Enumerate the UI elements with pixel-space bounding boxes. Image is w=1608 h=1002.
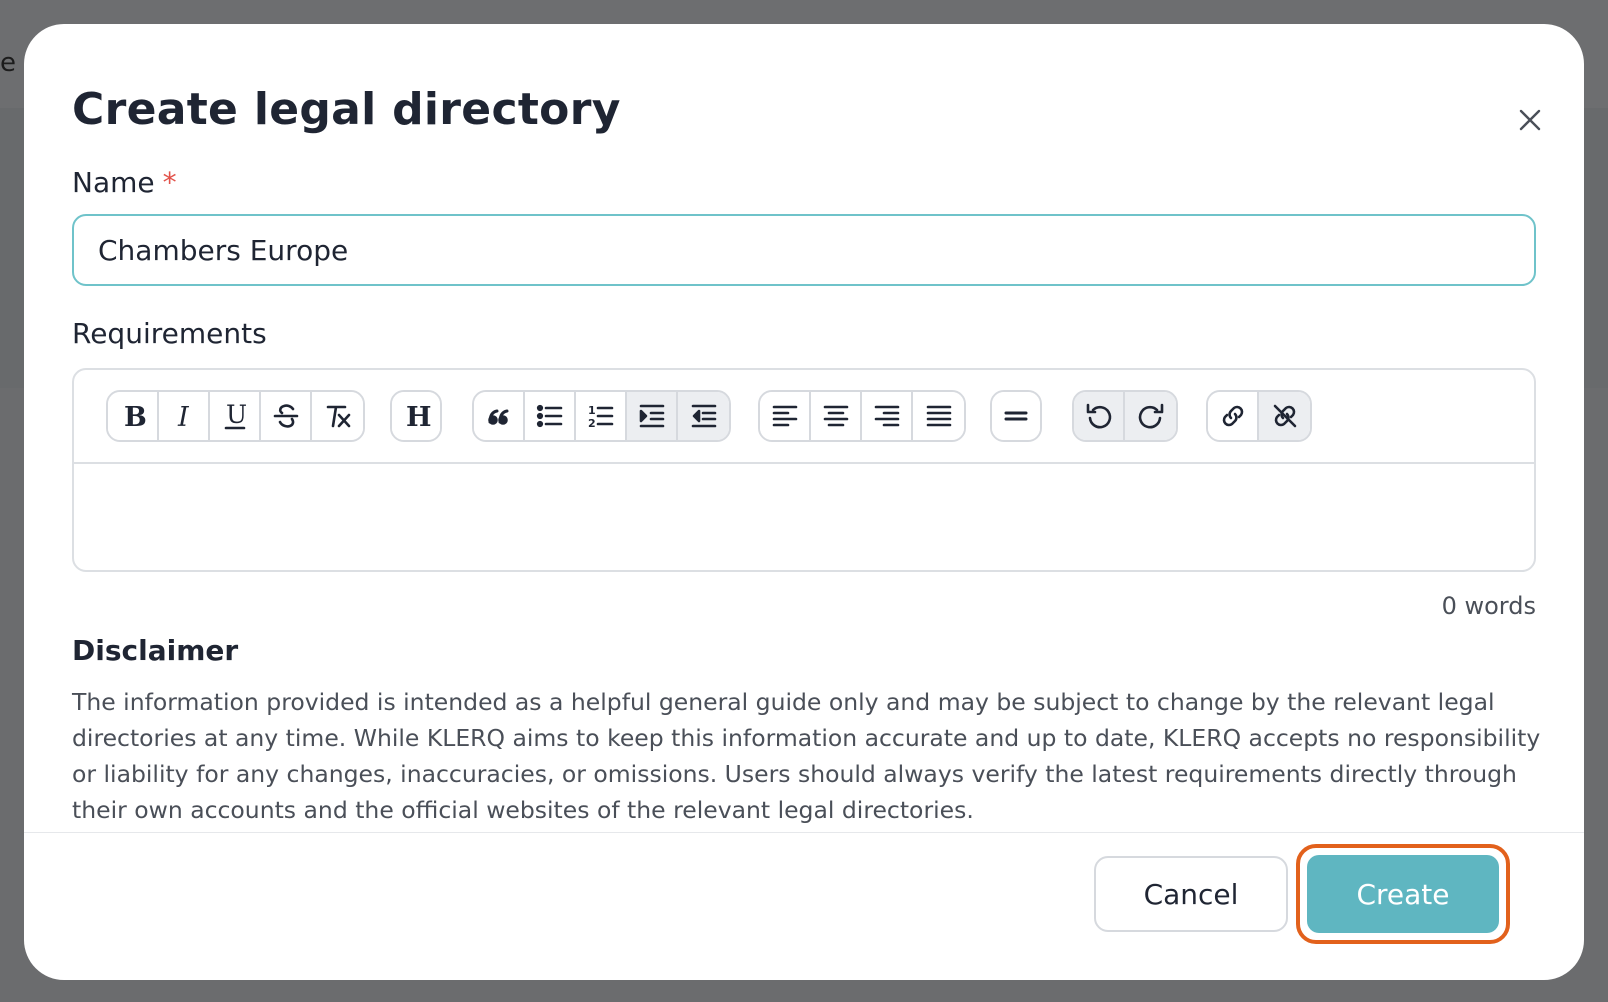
- clear-formatting-button[interactable]: [312, 392, 363, 440]
- strikethrough-icon: [273, 404, 298, 428]
- heading-button[interactable]: H: [392, 392, 440, 440]
- italic-glyph: I: [177, 402, 190, 431]
- bullet-list-icon: [536, 404, 562, 428]
- undo-button[interactable]: [1074, 392, 1125, 440]
- indent-button[interactable]: [627, 392, 678, 440]
- required-marker: *: [162, 166, 177, 199]
- numbered-list-button[interactable]: 1 2: [576, 392, 627, 440]
- align-left-icon: [772, 405, 797, 427]
- align-right-icon: [874, 405, 899, 427]
- align-justify-icon: [926, 405, 951, 427]
- toolbar-group-history: [1072, 390, 1178, 442]
- unlink-button[interactable]: [1259, 392, 1310, 440]
- underline-button[interactable]: U: [210, 392, 261, 440]
- name-label: Name *: [72, 166, 177, 199]
- underline-icon: U: [224, 401, 247, 430]
- redo-button[interactable]: [1125, 392, 1176, 440]
- underline-glyph: U: [226, 401, 247, 429]
- strikethrough-button[interactable]: [261, 392, 312, 440]
- unlink-icon: [1273, 404, 1296, 428]
- italic-button[interactable]: I: [159, 392, 210, 440]
- align-left-button[interactable]: [760, 392, 811, 440]
- redo-icon: [1138, 403, 1163, 429]
- name-input[interactable]: [72, 214, 1536, 286]
- quote-icon: [487, 409, 508, 425]
- footer-divider: [24, 832, 1584, 833]
- clear-formatting-icon: [326, 405, 350, 428]
- numbered-list-digit-1: 1: [588, 404, 596, 417]
- align-center-button[interactable]: [811, 392, 862, 440]
- outdent-button[interactable]: [678, 392, 729, 440]
- bold-glyph: B: [124, 402, 147, 431]
- create-button[interactable]: Create: [1307, 855, 1499, 933]
- link-icon: [1222, 405, 1243, 427]
- modal-title: Create legal directory: [72, 84, 621, 135]
- requirements-editor: B I U H 1 2: [72, 368, 1536, 572]
- word-count: 0 words: [1441, 592, 1536, 620]
- close-button[interactable]: [1512, 102, 1548, 138]
- blockquote-button[interactable]: [474, 392, 525, 440]
- background-partial-text: e: [0, 48, 16, 78]
- toolbar-group-heading: H: [390, 390, 442, 442]
- heading-glyph: H: [406, 402, 431, 431]
- align-center-icon: [823, 405, 848, 427]
- create-legal-directory-modal: Create legal directory Name* Requirement…: [24, 24, 1584, 980]
- toolbar-group-blocks: 1 2: [472, 390, 731, 442]
- indent-icon: [639, 404, 664, 428]
- requirements-editor-body[interactable]: [74, 464, 1534, 570]
- toolbar-group-alignment: [758, 390, 966, 442]
- disclaimer-text: The information provided is intended as …: [72, 688, 1541, 824]
- bullet-list-button[interactable]: [525, 392, 576, 440]
- requirements-label: Requirements: [72, 317, 267, 350]
- bold-icon: B: [124, 402, 147, 431]
- horizontal-rule-icon: [1004, 411, 1028, 421]
- close-icon: [1519, 109, 1541, 131]
- outdent-icon: [691, 404, 716, 428]
- editor-toolbar: B I U H 1 2: [74, 370, 1534, 464]
- toolbar-group-links: [1206, 390, 1312, 442]
- horizontal-rule-button[interactable]: [992, 392, 1040, 440]
- disclaimer-title: Disclaimer: [72, 634, 239, 667]
- toolbar-group-formatting: B I U: [106, 390, 365, 442]
- undo-icon: [1086, 403, 1111, 429]
- heading-icon: H: [406, 402, 431, 431]
- name-label-text: Name: [72, 166, 155, 199]
- numbered-list-icon: 1 2: [588, 404, 613, 430]
- link-button[interactable]: [1208, 392, 1259, 440]
- bold-button[interactable]: B: [108, 392, 159, 440]
- align-right-button[interactable]: [862, 392, 913, 440]
- italic-icon: I: [177, 402, 190, 431]
- numbered-list-digit-2: 2: [588, 417, 596, 430]
- toolbar-group-rule: [990, 390, 1042, 442]
- cancel-button[interactable]: Cancel: [1094, 856, 1288, 932]
- align-justify-button[interactable]: [913, 392, 964, 440]
